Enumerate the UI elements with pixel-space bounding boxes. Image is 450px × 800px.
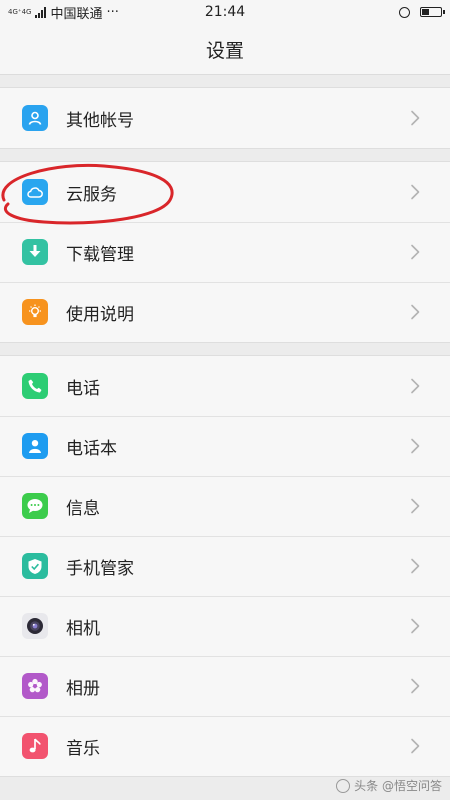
chevron-right-icon bbox=[400, 371, 430, 401]
download-icon bbox=[22, 239, 48, 265]
settings-item-label: 信息 bbox=[66, 498, 100, 519]
chevron-right-icon bbox=[400, 103, 430, 133]
settings-item-shield[interactable]: 手机管家 bbox=[0, 536, 450, 596]
status-left: 4G⁺4G 中国联通 ··· bbox=[8, 3, 119, 22]
watermark-logo-icon bbox=[336, 778, 351, 793]
chevron-right-icon bbox=[400, 731, 430, 761]
settings-item-label: 音乐 bbox=[66, 738, 100, 759]
settings-item-label: 其他帐号 bbox=[66, 110, 134, 131]
settings-group: 电话电话本信息手机管家相机相册音乐 bbox=[0, 355, 450, 777]
cloud-icon bbox=[22, 179, 48, 205]
flower-icon bbox=[22, 673, 48, 699]
contacts-icon bbox=[22, 433, 48, 459]
watermark: 头条 @悟空问答 bbox=[336, 777, 442, 794]
settings-group: 云服务下载管理使用说明 bbox=[0, 161, 450, 343]
chevron-right-icon bbox=[400, 551, 430, 581]
settings-item-label: 使用说明 bbox=[66, 304, 134, 325]
settings-item-person[interactable]: 其他帐号 bbox=[0, 88, 450, 148]
group-spacer bbox=[0, 149, 450, 161]
network-type-indicator: 4G⁺4G bbox=[8, 7, 32, 16]
settings-item-label: 云服务 bbox=[66, 184, 117, 205]
message-icon bbox=[22, 493, 48, 519]
battery-icon bbox=[420, 7, 445, 17]
signal-icon bbox=[35, 6, 47, 18]
settings-item-phone[interactable]: 电话 bbox=[0, 356, 450, 416]
settings-list: 其他帐号云服务下载管理使用说明电话电话本信息手机管家相机相册音乐 bbox=[0, 75, 450, 777]
carrier-name: 中国联通 bbox=[50, 6, 103, 22]
status-right bbox=[399, 6, 445, 18]
settings-item-label: 相册 bbox=[66, 678, 100, 699]
group-spacer bbox=[0, 75, 450, 87]
settings-group: 其他帐号 bbox=[0, 87, 450, 149]
chevron-right-icon bbox=[400, 237, 430, 267]
settings-item-cloud[interactable]: 云服务 bbox=[0, 162, 450, 222]
phone-icon bbox=[22, 373, 48, 399]
watermark-text: 头条 @悟空问答 bbox=[354, 779, 442, 793]
settings-item-label: 手机管家 bbox=[66, 558, 134, 579]
person-icon bbox=[22, 105, 48, 131]
settings-item-label: 下载管理 bbox=[66, 244, 134, 265]
settings-item-music[interactable]: 音乐 bbox=[0, 716, 450, 776]
settings-item-flower[interactable]: 相册 bbox=[0, 656, 450, 716]
camera-icon bbox=[22, 613, 48, 639]
chevron-right-icon bbox=[400, 611, 430, 641]
status-more: ··· bbox=[106, 4, 119, 20]
chevron-right-icon bbox=[400, 671, 430, 701]
settings-item-camera[interactable]: 相机 bbox=[0, 596, 450, 656]
page-title: 设置 bbox=[0, 24, 450, 75]
status-bar: 4G⁺4G 中国联通 ··· 21:44 bbox=[0, 0, 450, 24]
settings-item-label: 电话 bbox=[66, 378, 100, 399]
settings-item-contacts[interactable]: 电话本 bbox=[0, 416, 450, 476]
chevron-right-icon bbox=[400, 177, 430, 207]
settings-item-download[interactable]: 下载管理 bbox=[0, 222, 450, 282]
group-spacer bbox=[0, 343, 450, 355]
chevron-right-icon bbox=[400, 297, 430, 327]
chevron-right-icon bbox=[400, 431, 430, 461]
music-icon bbox=[22, 733, 48, 759]
settings-item-message[interactable]: 信息 bbox=[0, 476, 450, 536]
settings-item-bulb[interactable]: 使用说明 bbox=[0, 282, 450, 342]
bulb-icon bbox=[22, 299, 48, 325]
chevron-right-icon bbox=[400, 491, 430, 521]
shield-icon bbox=[22, 553, 48, 579]
settings-item-label: 相机 bbox=[66, 618, 100, 639]
settings-item-label: 电话本 bbox=[66, 438, 117, 459]
alarm-icon bbox=[399, 6, 410, 18]
